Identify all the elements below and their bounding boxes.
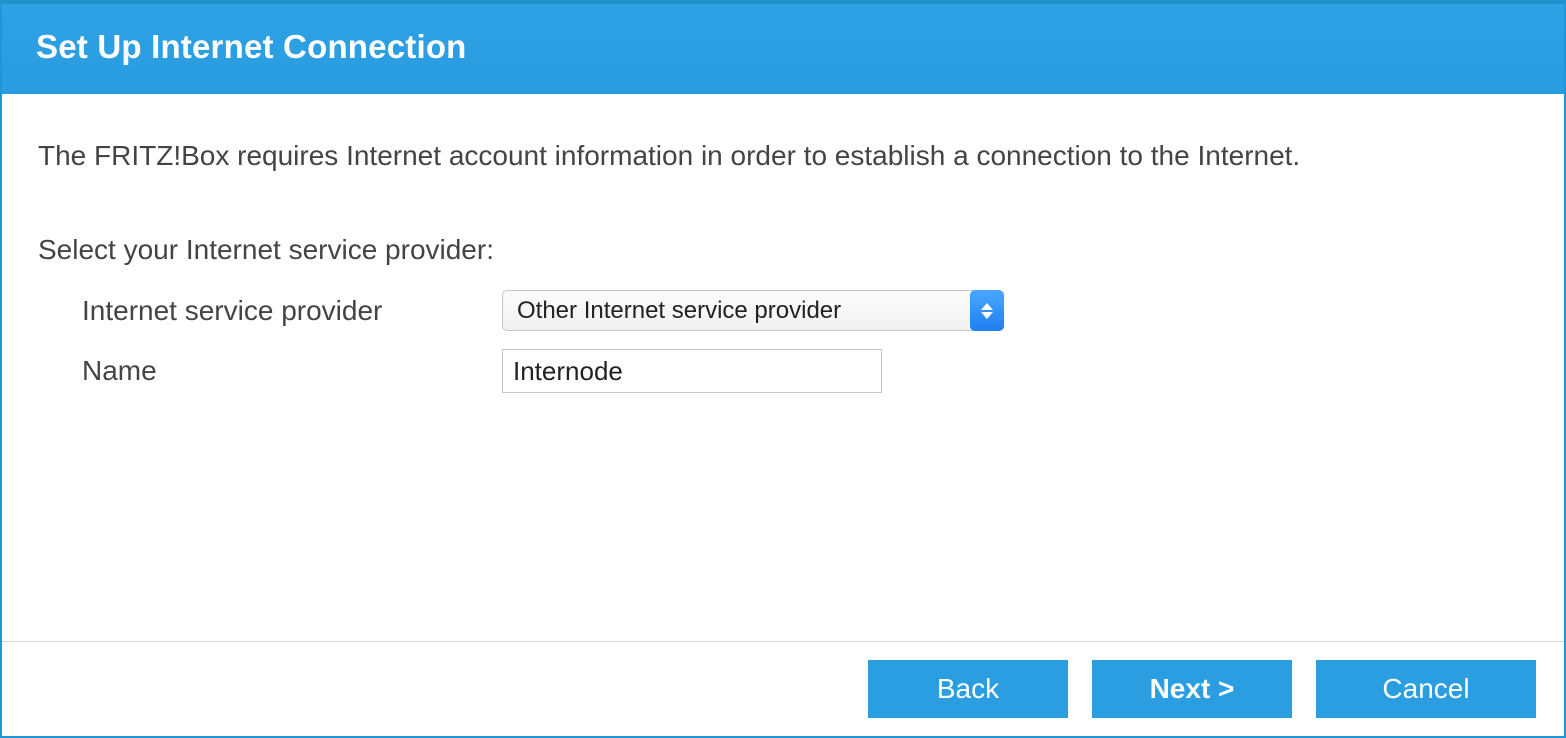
- row-isp: Internet service provider Other Internet…: [82, 290, 1528, 331]
- wizard-header: Set Up Internet Connection: [2, 4, 1564, 94]
- isp-label: Internet service provider: [82, 295, 502, 327]
- chevron-up-icon: [981, 303, 993, 310]
- cancel-button[interactable]: Cancel: [1316, 660, 1536, 718]
- isp-select[interactable]: Other Internet service provider: [502, 290, 1004, 331]
- wizard-title: Set Up Internet Connection: [36, 28, 467, 65]
- intro-text: The FRITZ!Box requires Internet account …: [38, 140, 1528, 172]
- wizard-content: The FRITZ!Box requires Internet account …: [2, 94, 1564, 641]
- chevron-down-icon: [981, 312, 993, 319]
- wizard-footer: Back Next > Cancel: [2, 641, 1564, 736]
- isp-select-value: Other Internet service provider: [517, 297, 841, 325]
- row-name: Name: [82, 349, 1528, 393]
- name-label: Name: [82, 355, 502, 387]
- wizard-window: Set Up Internet Connection The FRITZ!Box…: [0, 0, 1566, 738]
- isp-select-button[interactable]: [970, 290, 1004, 331]
- section-label: Select your Internet service provider:: [38, 234, 1528, 266]
- next-button[interactable]: Next >: [1092, 660, 1292, 718]
- name-input[interactable]: [502, 349, 882, 393]
- back-button[interactable]: Back: [868, 660, 1068, 718]
